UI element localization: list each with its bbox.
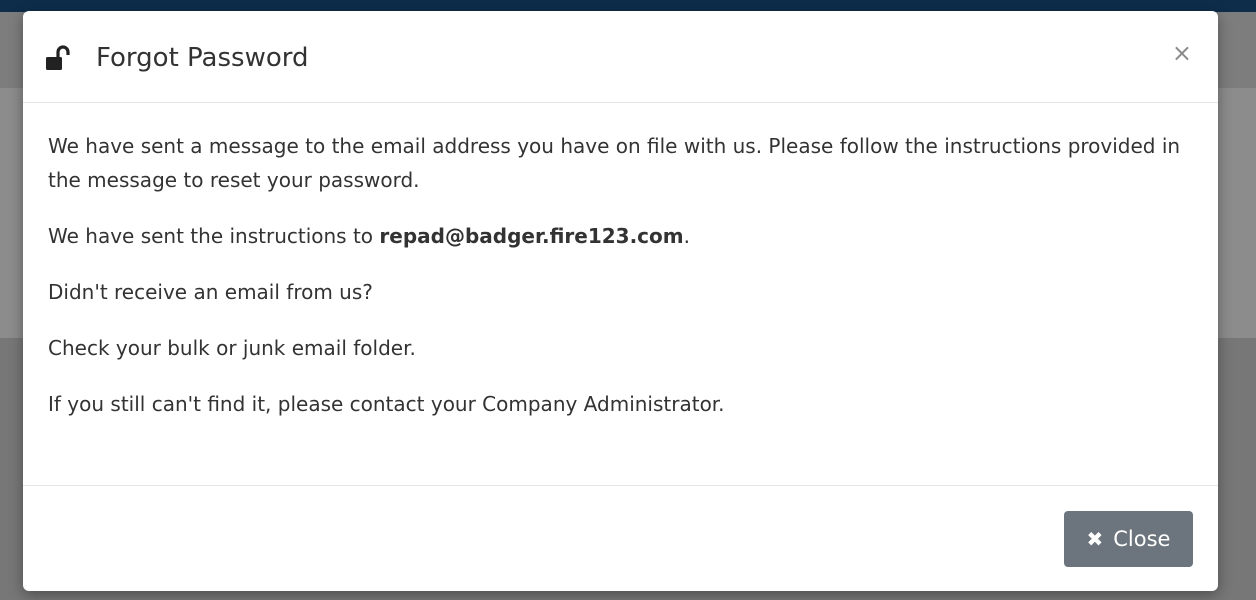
times-icon: ✖: [1086, 527, 1104, 551]
instructions-text: We have sent a message to the email addr…: [48, 134, 1181, 192]
close-button-label: Close: [1113, 527, 1171, 551]
modal-title: Forgot Password: [96, 43, 309, 73]
sent-to-suffix: .: [683, 224, 690, 248]
close-x-icon[interactable]: ×: [1172, 39, 1192, 67]
modal-header: Forgot Password ×: [23, 11, 1218, 103]
lock-open-icon: [46, 45, 70, 71]
sent-to-text: We have sent the instructions to repad@b…: [48, 219, 1198, 253]
close-button[interactable]: ✖ Close: [1064, 511, 1193, 567]
modal-body: We have sent a message to the email addr…: [48, 129, 1198, 443]
modal-footer: ✖ Close: [23, 485, 1218, 591]
contact-admin-text: If you still can't find it, please conta…: [48, 392, 725, 416]
sent-to-prefix: We have sent the instructions to: [48, 224, 380, 248]
forgot-password-modal: Forgot Password × We have sent a message…: [23, 11, 1218, 591]
check-junk-text: Check your bulk or junk email folder.: [48, 336, 416, 360]
email-address: repad@badger.fire123.com: [379, 224, 684, 248]
no-email-question: Didn't receive an email from us?: [48, 280, 373, 304]
